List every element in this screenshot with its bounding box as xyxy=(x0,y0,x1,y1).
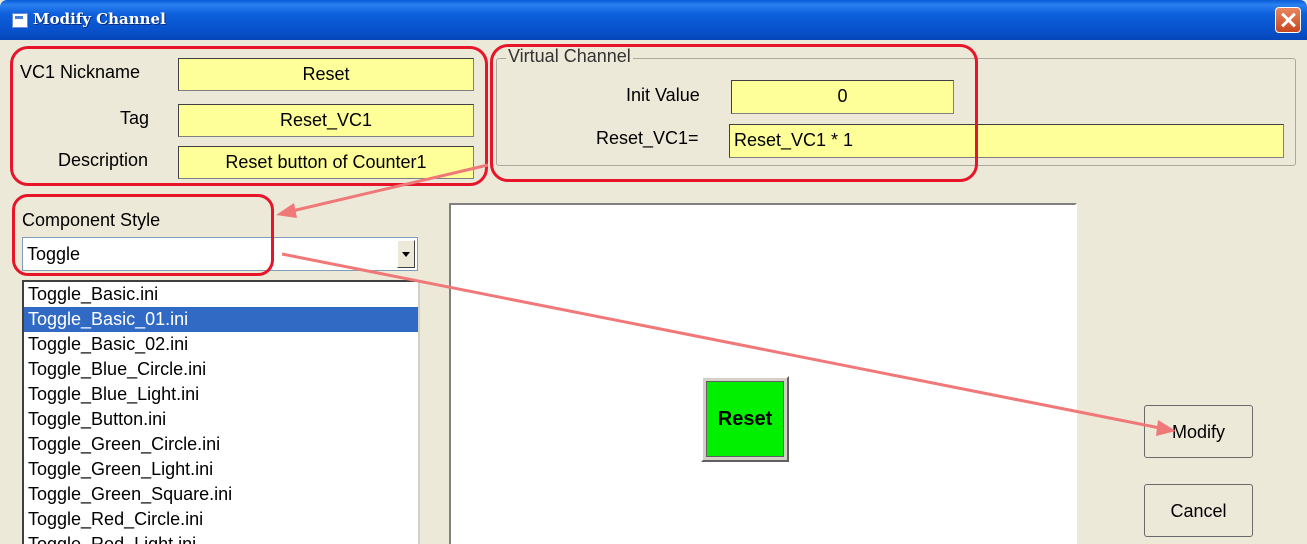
arrowhead-2 xyxy=(1156,420,1176,436)
arrow-line-1 xyxy=(291,163,489,213)
arrow-line-2 xyxy=(281,252,1161,430)
arrowhead-1 xyxy=(276,203,297,218)
annotation-arrows xyxy=(276,163,1176,436)
modify-channel-dialog: Modify Channel VC1 Nickname Reset Tag Re… xyxy=(0,0,1307,544)
